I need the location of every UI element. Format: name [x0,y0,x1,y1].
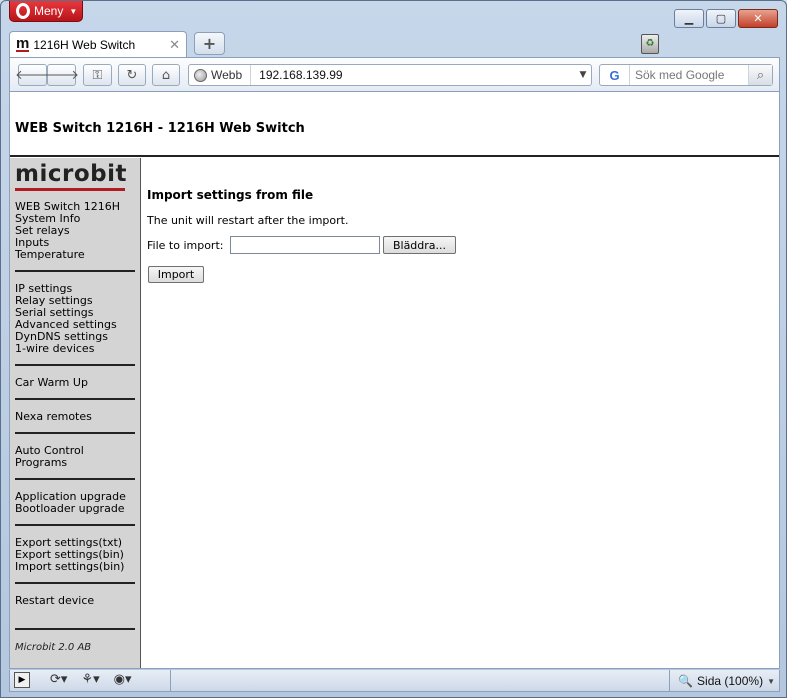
sidebar-item-restart-device[interactable]: Restart device [15,595,94,607]
navigation-toolbar: 🡐 🡒 ⚿ ↻ ⌂ Webb 192.168.139.99 ▼ G Sök me… [9,57,780,91]
page-title: WEB Switch 1216H - 1216H Web Switch [15,121,305,136]
file-path-input[interactable] [230,236,380,254]
import-button[interactable]: Import [148,266,204,283]
search-input[interactable]: Sök med Google [630,68,748,82]
sidebar-item-1wire-devices[interactable]: 1-wire devices [15,343,94,355]
menu-label: Meny [34,4,64,18]
status-bar: ▶ ⟳▾ ⚘▾ ◉▾ 🔍 Sida (100%) ▼ [9,670,780,692]
sidebar-item-import-bin[interactable]: Import settings(bin) [15,561,124,573]
sidebar-item-bootloader-upgrade[interactable]: Bootloader upgrade [15,503,125,515]
address-mode-badge[interactable]: Webb [189,65,252,85]
file-import-label: File to import: [147,239,224,252]
chevron-down-icon[interactable]: ▼ [575,70,591,80]
google-icon[interactable]: G [600,65,630,85]
tab-close-icon[interactable]: ✕ [169,37,180,53]
address-bar[interactable]: Webb 192.168.139.99 ▼ [188,64,592,86]
chevron-down-icon: ▼ [69,6,78,16]
url-input[interactable]: 192.168.139.99 [251,68,575,82]
chevron-down-icon[interactable]: ▼ [767,677,775,686]
sidebar-divider [15,432,135,434]
opera-logo-icon [16,3,30,19]
tab-active[interactable]: m 1216H Web Switch ✕ [9,31,187,57]
sidebar: microbit WEB Switch 1216H System Info Se… [10,158,141,668]
back-button[interactable]: 🡐 [15,64,50,86]
browse-button[interactable]: Bläddra... [383,236,456,254]
forward-button[interactable]: 🡒 [44,64,79,86]
sync-icon[interactable]: ⟳▾ [50,672,67,687]
globe-icon [194,68,207,82]
sidebar-divider [15,270,135,272]
site-favicon-icon: m [16,34,30,52]
trash-icon[interactable]: ♻ [641,34,659,54]
sidebar-item-nexa-remotes[interactable]: Nexa remotes [15,411,92,423]
page-header: WEB Switch 1216H - 1216H Web Switch [10,92,779,157]
maximize-button[interactable]: ▢ [706,9,736,28]
restart-note: The unit will restart after the import. [147,214,349,227]
zoom-control[interactable]: 🔍 Sida (100%) ▼ [669,670,775,692]
reload-button[interactable]: ↻ [118,64,146,86]
sidebar-divider [15,524,135,526]
sidebar-item-car-warm-up[interactable]: Car Warm Up [15,377,88,389]
home-button[interactable]: ⌂ [152,64,180,86]
sidebar-footer: Microbit 2.0 AB [15,642,92,653]
sidebar-divider [15,582,135,584]
sidebar-divider [15,628,135,630]
sidebar-divider [15,478,135,480]
status-divider [170,670,171,692]
sidebar-item-programs[interactable]: Programs [15,457,67,469]
sidebar-divider [15,364,135,366]
new-tab-button[interactable]: + [194,32,225,55]
wand-key-button[interactable]: ⚿ [83,64,112,86]
turbo-icon[interactable]: ◉▾ [114,672,132,687]
section-heading: Import settings from file [147,188,314,202]
browser-window: Meny ▼ ▁ ▢ ✕ m 1216H Web Switch ✕ + ♻ 🡐 … [0,0,787,698]
status-icons: ⟳▾ ⚘▾ ◉▾ [50,672,131,687]
minimize-button[interactable]: ▁ [674,9,704,28]
window-controls: ▁ ▢ ✕ [674,9,778,28]
search-box[interactable]: G Sök med Google ⌕ [599,64,773,86]
close-window-button[interactable]: ✕ [738,9,778,28]
opera-menu-button[interactable]: Meny ▼ [9,1,83,22]
tab-title: 1216H Web Switch [33,37,136,52]
zoom-icon: 🔍 [678,674,694,688]
logo-underline [15,188,125,191]
page-viewport: WEB Switch 1216H - 1216H Web Switch micr… [9,91,780,669]
unite-icon[interactable]: ⚘▾ [81,672,99,687]
panel-toggle-icon[interactable]: ▶ [14,672,30,688]
microbit-logo: microbit [15,161,127,187]
sidebar-divider [15,398,135,400]
address-mode-label: Webb [211,68,243,82]
sidebar-item-temperature[interactable]: Temperature [15,249,85,261]
zoom-label: Sida (100%) [697,674,764,688]
search-icon[interactable]: ⌕ [748,65,772,85]
